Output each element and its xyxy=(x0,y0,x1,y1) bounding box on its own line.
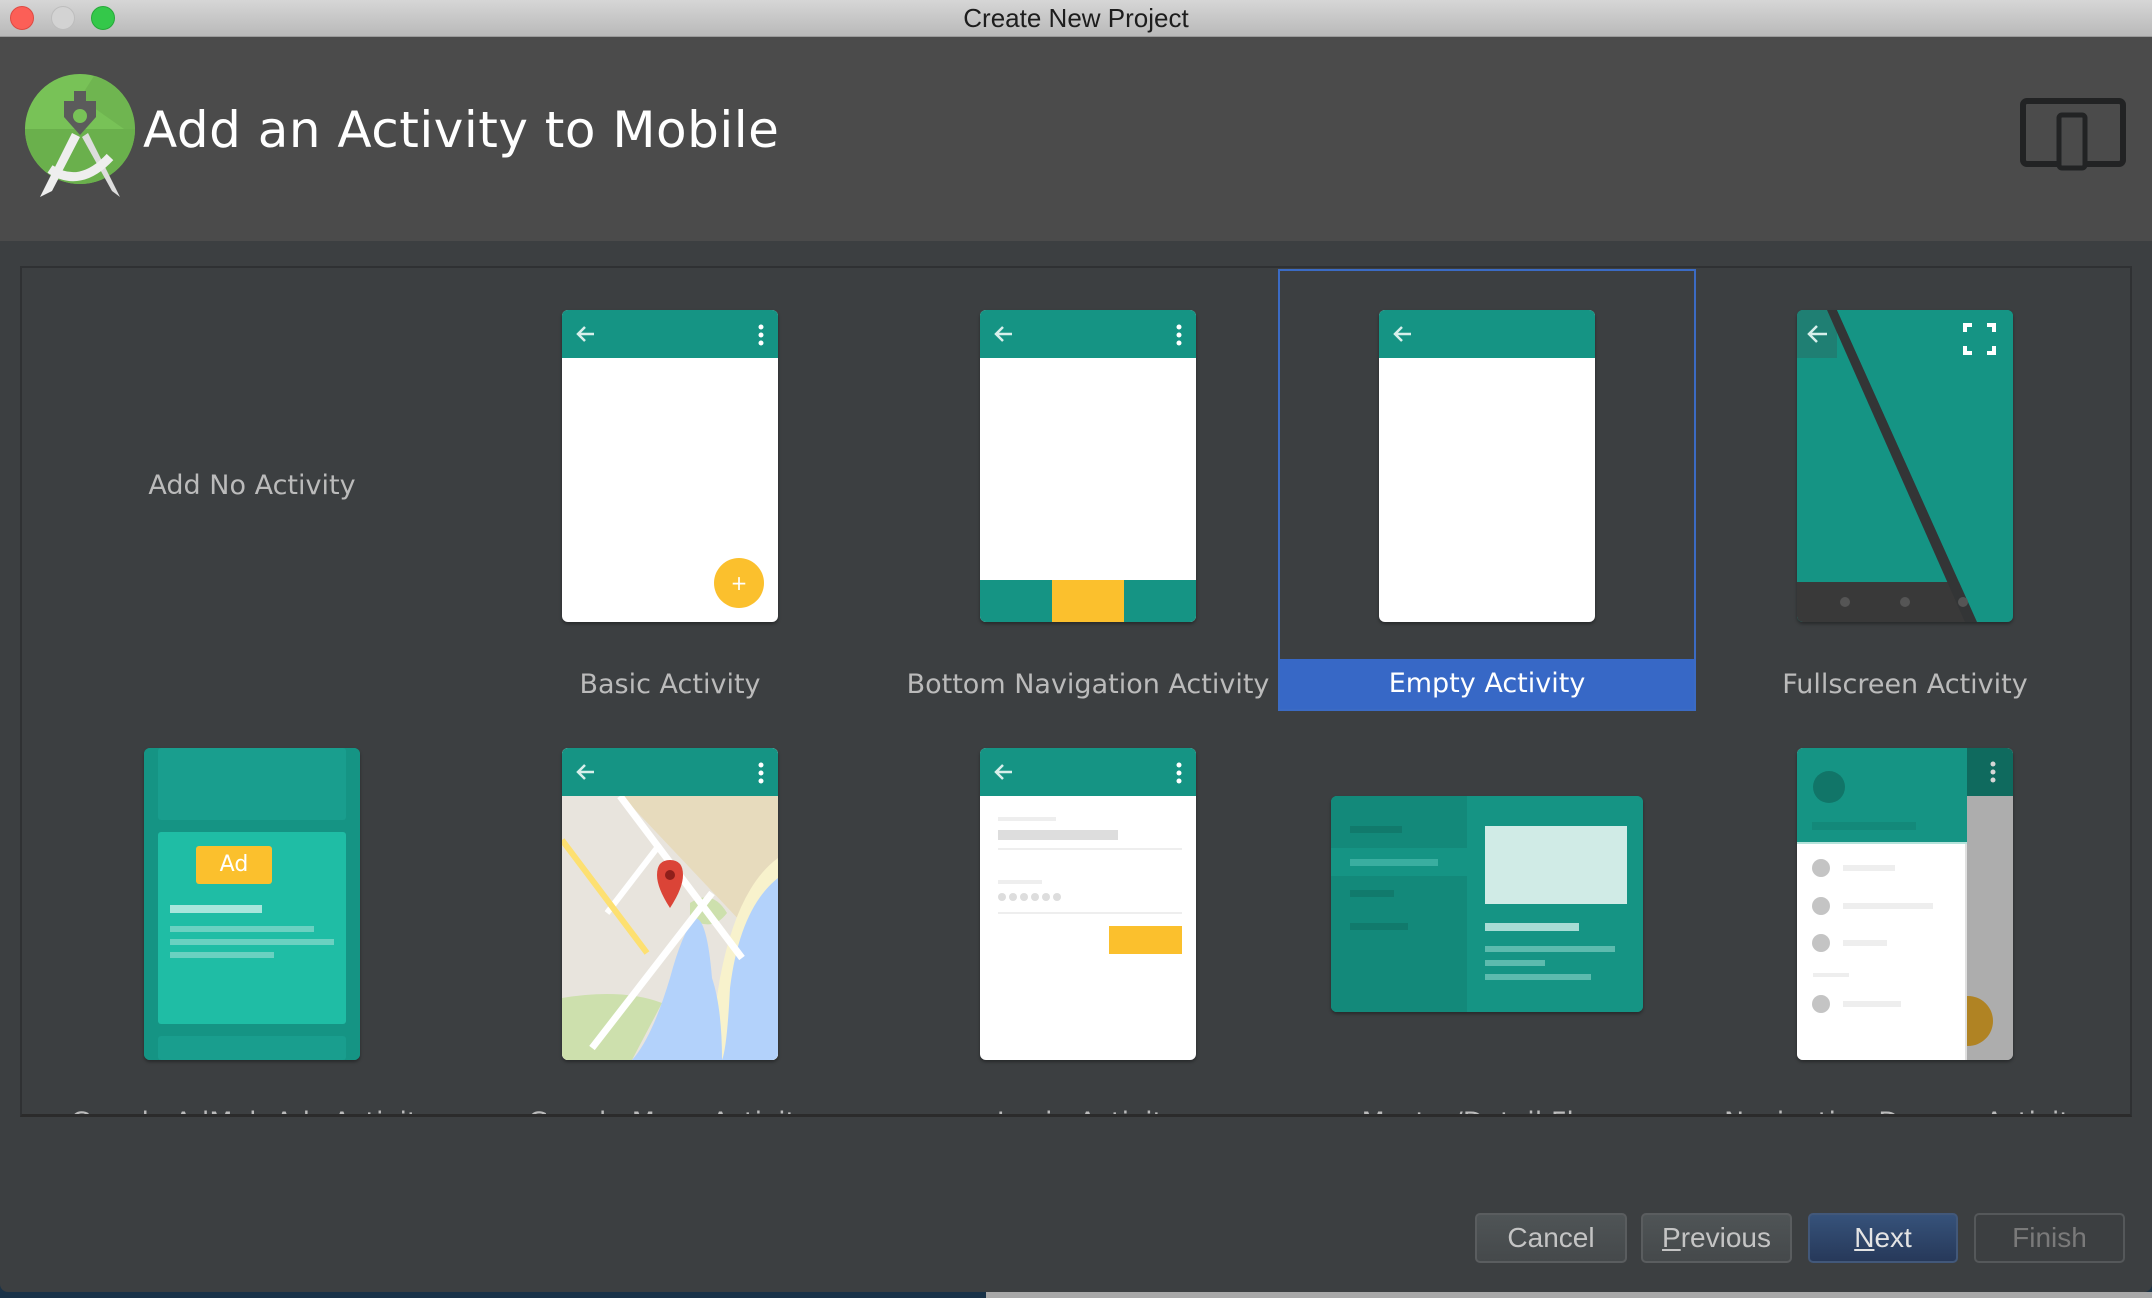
activity-gallery[interactable]: Add No Activity + Basic Activity Bottom … xyxy=(20,266,2132,1117)
desktop-background xyxy=(0,1292,2152,1298)
gallery-item-label: Fullscreen Activity xyxy=(1782,669,2028,700)
previous-button[interactable]: Previous xyxy=(1641,1213,1792,1263)
gallery-item-label: Add No Activity xyxy=(148,470,356,501)
next-mnemonic: N xyxy=(1854,1222,1875,1253)
gallery-item-label: Google AdMob Ads Activity xyxy=(43,1098,461,1114)
android-studio-logo-icon xyxy=(25,74,135,197)
create-new-project-window: Create New Project Add an Activity to Mo… xyxy=(0,0,2152,1292)
next-label: ext xyxy=(1874,1222,1912,1253)
previous-mnemonic: P xyxy=(1662,1222,1681,1253)
window-title: Create New Project xyxy=(963,3,1189,33)
next-button[interactable]: Next xyxy=(1808,1213,1958,1263)
overflow-menu-icon xyxy=(758,324,764,346)
gallery-item-google-maps-activity[interactable]: Google Maps Activity xyxy=(461,708,879,1114)
app-bar xyxy=(562,310,778,358)
gallery-item-empty-activity[interactable]: Empty Activity xyxy=(1278,269,1696,711)
bottom-navigation-preview xyxy=(980,310,1196,622)
gallery-item-label: Empty Activity xyxy=(1280,659,1694,709)
fullscreen-activity-preview xyxy=(1797,310,2013,622)
bottom-nav-bar xyxy=(980,580,1196,622)
gallery-item-label: Login Activity xyxy=(879,1098,1297,1114)
back-arrow-icon xyxy=(576,764,594,780)
back-arrow-icon xyxy=(1393,326,1411,342)
master-detail-preview xyxy=(1331,796,1643,1012)
phone-and-tablet-icon xyxy=(2020,98,2126,171)
back-arrow-icon xyxy=(994,326,1012,342)
gallery-item-master-detail-flow[interactable]: Master/Detail Flow xyxy=(1278,708,1696,1114)
gallery-item-google-admob-ads-activity[interactable]: Ad Google AdMob Ads Activity xyxy=(43,708,461,1114)
back-arrow-icon xyxy=(576,326,594,342)
previous-label: revious xyxy=(1680,1222,1771,1253)
back-arrow-icon xyxy=(994,764,1012,780)
fab-add-icon: + xyxy=(714,558,764,608)
bottom-nav-active-tab xyxy=(1052,580,1124,622)
master-detail-illustration xyxy=(1331,796,1643,1012)
gallery-item-fullscreen-activity[interactable]: Fullscreen Activity xyxy=(1696,270,2114,710)
gallery-item-label: Navigation Drawer Activity xyxy=(1696,1098,2114,1114)
ad-badge: Ad xyxy=(219,852,249,877)
app-bar xyxy=(980,310,1196,358)
gallery-item-basic-activity[interactable]: + Basic Activity xyxy=(461,270,879,710)
app-bar xyxy=(980,748,1196,796)
desktop-dock-edge xyxy=(986,1292,2152,1298)
title-bar: Create New Project xyxy=(0,0,2152,37)
app-bar xyxy=(1379,310,1595,358)
navigation-drawer-preview xyxy=(1797,748,2013,1060)
fullscreen-illustration xyxy=(1797,310,2013,622)
finish-button: Finish xyxy=(1974,1213,2125,1263)
app-bar xyxy=(562,748,778,796)
login-preview xyxy=(980,748,1196,1060)
admob-preview: Ad xyxy=(144,748,360,1060)
cancel-button[interactable]: Cancel xyxy=(1475,1213,1627,1263)
navigation-drawer-illustration xyxy=(1797,748,2013,1060)
page-title: Add an Activity to Mobile xyxy=(143,101,780,159)
gallery-item-label: Basic Activity xyxy=(579,669,761,700)
login-form-illustration xyxy=(998,817,1182,954)
wizard-header: Add an Activity to Mobile xyxy=(0,37,2152,241)
maps-preview xyxy=(562,748,778,1060)
gallery-item-add-no-activity[interactable]: Add No Activity xyxy=(43,270,461,710)
gallery-item-navigation-drawer-activity[interactable]: Navigation Drawer Activity xyxy=(1696,708,2114,1114)
admob-illustration xyxy=(144,748,360,1060)
overflow-menu-icon xyxy=(1176,324,1182,346)
basic-activity-preview: + xyxy=(562,310,778,622)
gallery-item-label: Bottom Navigation Activity xyxy=(906,669,1270,700)
empty-activity-preview xyxy=(1379,310,1595,622)
gallery-item-label: Google Maps Activity xyxy=(461,1098,879,1114)
gallery-item-label: Master/Detail Flow xyxy=(1278,1098,1696,1114)
overflow-menu-icon xyxy=(1176,762,1182,784)
overflow-menu-icon xyxy=(758,762,764,784)
gallery-item-bottom-navigation-activity[interactable]: Bottom Navigation Activity xyxy=(879,270,1297,710)
gallery-item-login-activity[interactable]: Login Activity xyxy=(879,708,1297,1114)
